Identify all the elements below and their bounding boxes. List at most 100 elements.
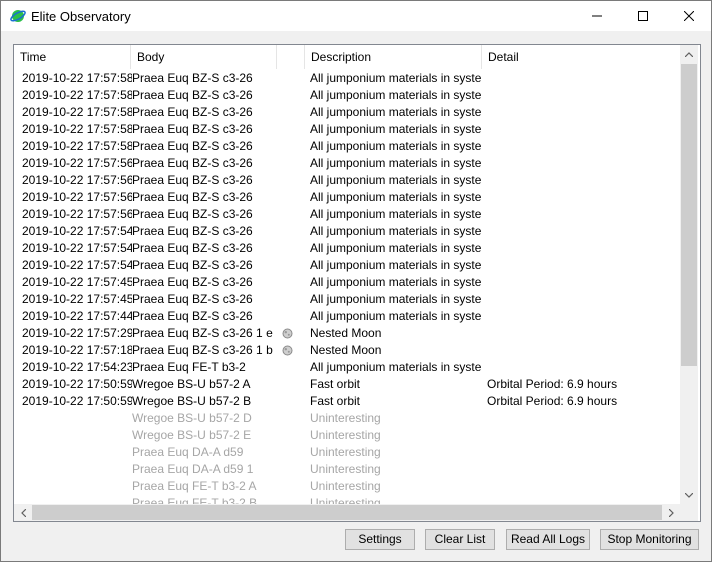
row-description: All jumponium materials in system [310,241,482,255]
scroll-up-button[interactable] [680,45,698,63]
table-row[interactable]: 2019-10-22 17:57:56 Praea Euq BZ-S c3-26 A… [14,189,680,206]
row-time: 2019-10-22 17:57:58 [22,139,132,153]
row-description: All jumponium materials in system [310,258,482,272]
app-window: Elite Observatory Time Body Description … [0,0,712,562]
table-row[interactable]: Wregoe BS-U b57-2 D Uninteresting [14,410,680,427]
row-body: Praea Euq BZ-S c3-26 [132,88,253,102]
table-row[interactable]: 2019-10-22 17:57:44 Praea Euq BZ-S c3-26 A… [14,308,680,325]
column-header-time[interactable]: Time [14,45,130,69]
horizontal-scroll-thumb[interactable] [32,505,662,520]
row-body: Praea Euq BZ-S c3-26 1 b a [132,343,274,357]
row-body: Praea Euq DA-A d59 1 [132,462,254,476]
row-description: All jumponium materials in system [310,88,482,102]
maximize-icon [638,11,648,21]
table-row[interactable]: 2019-10-22 17:57:45 Praea Euq BZ-S c3-26 A… [14,274,680,291]
row-description: All jumponium materials in system [310,105,482,119]
table-row[interactable]: Praea Euq DA-A d59 Uninteresting [14,444,680,461]
row-body: Praea Euq FE-T b3-2 [132,360,246,374]
row-body: Wregoe BS-U b57-2 E [132,428,252,442]
scroll-left-button[interactable] [14,504,32,521]
table-row[interactable]: 2019-10-22 17:54:23 Praea Euq FE-T b3-2 Al… [14,359,680,376]
row-time: 2019-10-22 17:57:44 [22,309,132,323]
row-time [22,410,132,427]
row-detail [487,104,677,121]
column-header-body[interactable]: Body [131,45,276,69]
table-row[interactable]: 2019-10-22 17:50:59 Wregoe BS-U b57-2 A Fa… [14,376,680,393]
row-description: All jumponium materials in system [310,71,482,85]
row-detail [487,427,677,444]
table-row[interactable]: 2019-10-22 17:57:58 Praea Euq BZ-S c3-26 A… [14,138,680,155]
close-button[interactable] [666,1,712,31]
row-detail [487,478,677,495]
table-row[interactable]: 2019-10-22 17:57:54 Praea Euq BZ-S c3-26 A… [14,240,680,257]
row-detail [487,87,677,104]
row-detail [487,342,677,359]
planet-icon [10,8,26,24]
table-row[interactable]: 2019-10-22 17:57:18 Praea Euq BZ-S c3-26 … [14,342,680,359]
table-row[interactable]: Praea Euq FE-T b3-2 A Uninteresting [14,478,680,495]
vertical-scroll-thumb[interactable] [681,64,697,366]
row-detail: Orbital Period: 6.9 hours [487,377,618,391]
stop-monitoring-button[interactable]: Stop Monitoring [600,529,699,550]
row-body: Wregoe BS-U b57-2 A [132,377,251,391]
row-detail [487,461,677,478]
row-body: Praea Euq DA-A d59 [132,445,244,459]
row-description: All jumponium materials in system [310,292,482,306]
row-time [22,495,132,504]
row-body: Praea Euq BZ-S c3-26 [132,71,253,85]
settings-button[interactable]: Settings [345,529,415,550]
title-bar[interactable]: Elite Observatory [1,1,711,31]
table-row[interactable]: 2019-10-22 17:57:56 Praea Euq BZ-S c3-26 A… [14,172,680,189]
row-detail [487,308,677,325]
row-body: Praea Euq BZ-S c3-26 [132,139,253,153]
row-time: 2019-10-22 17:57:45 [22,275,132,289]
row-time: 2019-10-22 17:57:56 [22,156,132,170]
clear-list-button[interactable]: Clear List [425,529,495,550]
horizontal-scrollbar[interactable] [14,504,680,521]
row-time: 2019-10-22 17:57:56 [22,190,132,204]
row-description: All jumponium materials in system [310,173,482,187]
chevron-up-icon [685,51,693,57]
row-body: Praea Euq BZ-S c3-26 [132,105,253,119]
row-description: All jumponium materials in system [310,224,482,238]
table-row[interactable]: 2019-10-22 17:57:56 Praea Euq BZ-S c3-26 A… [14,155,680,172]
table-row[interactable]: 2019-10-22 17:57:58 Praea Euq BZ-S c3-26 A… [14,87,680,104]
row-time: 2019-10-22 17:57:58 [22,105,132,119]
table-row[interactable]: 2019-10-22 17:50:59 Wregoe BS-U b57-2 B Fa… [14,393,680,410]
table-row[interactable]: 2019-10-22 17:57:45 Praea Euq BZ-S c3-26 A… [14,291,680,308]
table-row[interactable]: Praea Euq DA-A d59 1 Uninteresting [14,461,680,478]
row-body: Praea Euq BZ-S c3-26 [132,224,253,238]
row-time: 2019-10-22 17:57:58 [22,122,132,136]
row-time: 2019-10-22 17:50:59 [22,394,132,408]
list-rows: 2019-10-22 17:57:58 Praea Euq BZ-S c3-26 A… [14,70,680,504]
row-detail [487,189,677,206]
table-row[interactable]: 2019-10-22 17:57:56 Praea Euq BZ-S c3-26 A… [14,206,680,223]
read-all-logs-button[interactable]: Read All Logs [506,529,590,550]
row-body: Wregoe BS-U b57-2 D [132,411,252,425]
table-row[interactable]: 2019-10-22 17:57:58 Praea Euq BZ-S c3-26 A… [14,104,680,121]
column-header-icon[interactable] [277,45,304,69]
table-row[interactable]: Wregoe BS-U b57-2 E Uninteresting [14,427,680,444]
table-row[interactable]: Praea Euq FE-T b3-2 B Uninteresting [14,495,680,504]
column-header-description[interactable]: Description [305,45,481,69]
table-row[interactable]: 2019-10-22 17:57:58 Praea Euq BZ-S c3-26 A… [14,121,680,138]
row-description: All jumponium materials in system [310,360,482,374]
scroll-down-button[interactable] [680,486,698,504]
table-row[interactable]: 2019-10-22 17:57:54 Praea Euq BZ-S c3-26 A… [14,223,680,240]
moon-icon [282,342,296,359]
vertical-scrollbar[interactable] [680,45,698,504]
minimize-button[interactable] [574,1,620,31]
row-body: Praea Euq BZ-S c3-26 [132,207,253,221]
row-description: Nested Moon [310,326,382,340]
observation-list[interactable]: Time Body Description Detail 2019-10-22 … [13,44,701,522]
maximize-button[interactable] [620,1,666,31]
table-row[interactable]: 2019-10-22 17:57:29 Praea Euq BZ-S c3-26 … [14,325,680,342]
scroll-right-button[interactable] [662,504,680,521]
table-row[interactable]: 2019-10-22 17:57:54 Praea Euq BZ-S c3-26 A… [14,257,680,274]
row-detail [487,325,677,342]
column-header-detail[interactable]: Detail [482,45,680,69]
row-time: 2019-10-22 17:50:59 [22,377,132,391]
row-time: 2019-10-22 17:57:56 [22,173,132,187]
row-description: Uninteresting [310,411,381,425]
table-row[interactable]: 2019-10-22 17:57:58 Praea Euq BZ-S c3-26 A… [14,70,680,87]
